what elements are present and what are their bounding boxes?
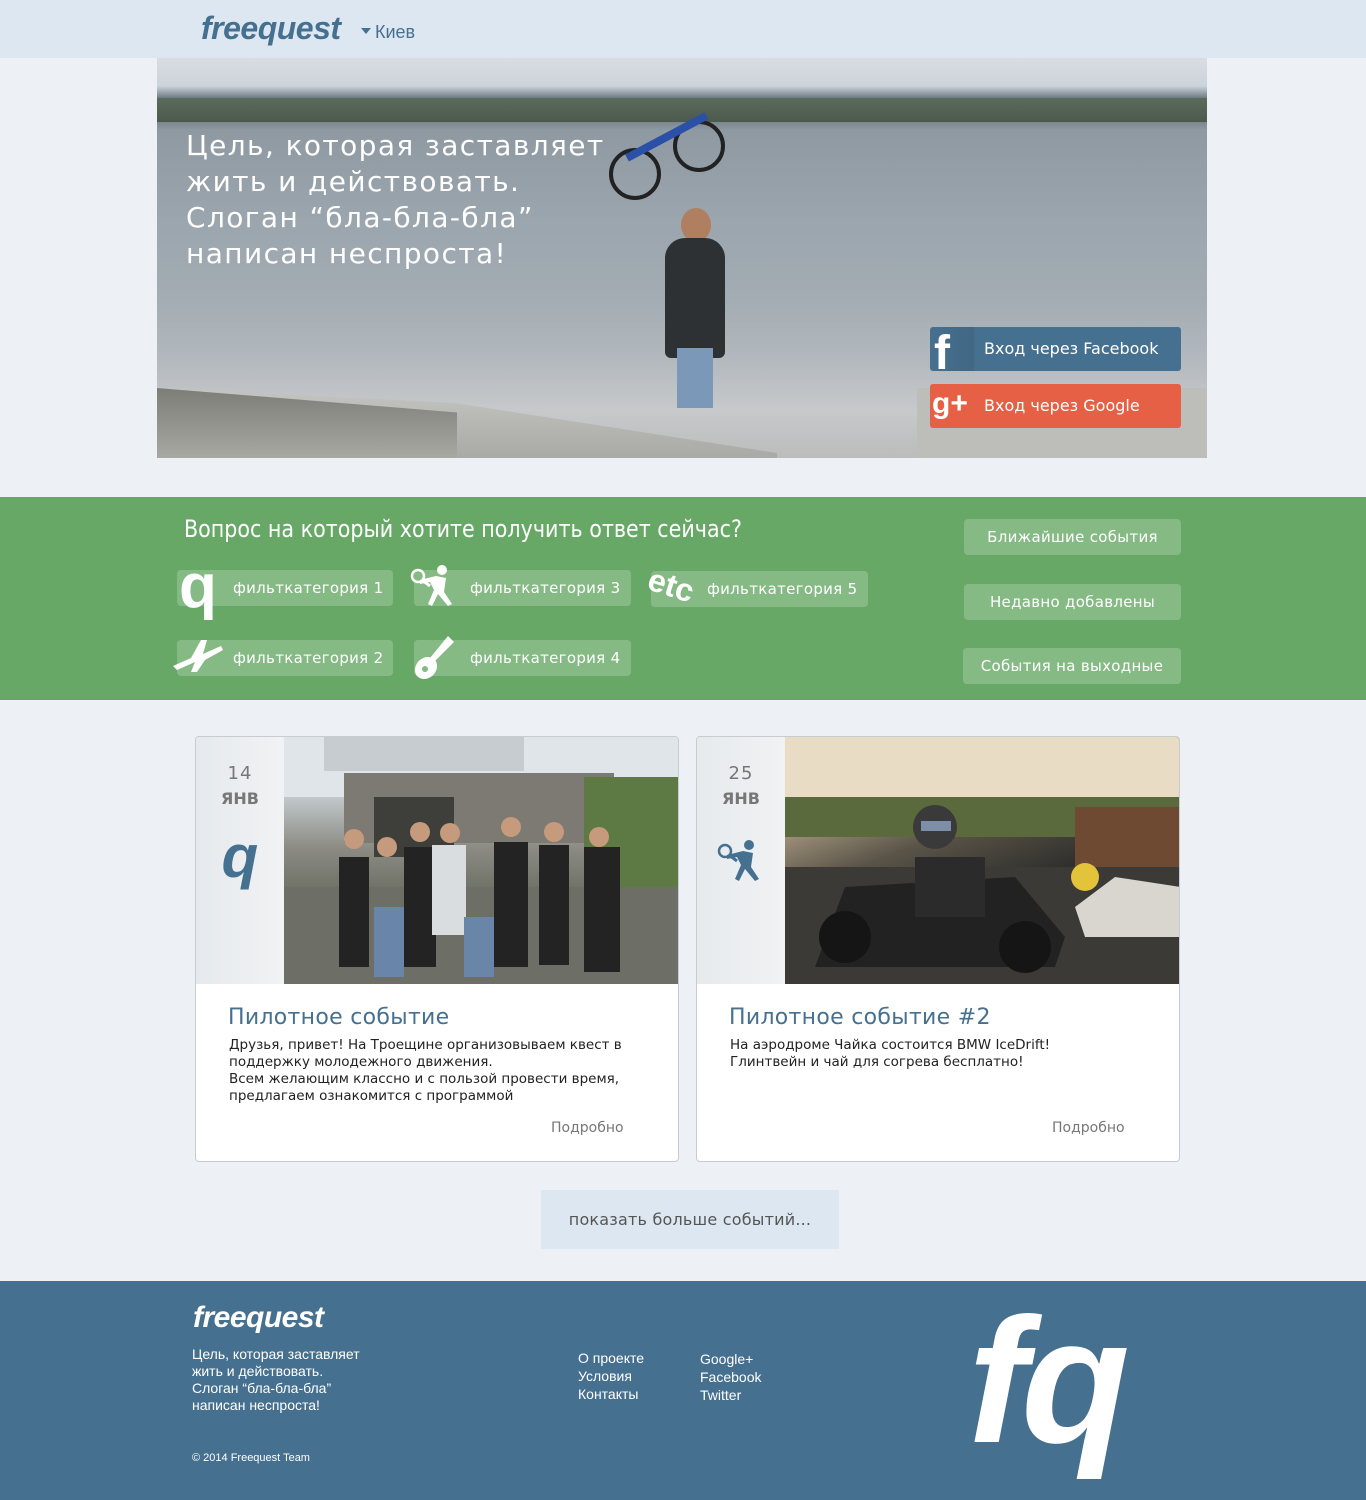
event-details-link[interactable]: Подробно — [1052, 1120, 1125, 1136]
google-login-label: Вход через Google — [984, 396, 1140, 415]
q-icon: q — [179, 552, 217, 621]
airplane-icon — [171, 632, 223, 684]
footer-tagline-line: написан неспроста! — [192, 1397, 320, 1413]
footer-link-twitter[interactable]: Twitter — [700, 1386, 761, 1404]
event-description-line: Глинтвейн и чай для согрева бесплатно! — [730, 1054, 1024, 1070]
event-date-column: 25 ЯНВ — [697, 737, 785, 984]
tagline-line: Слоган “бла-бла-бла” — [186, 201, 534, 234]
footer-tagline-line: жить и действовать. — [192, 1363, 324, 1379]
event-description-line: На аэродроме Чайка состоится BMW IceDrif… — [730, 1037, 1051, 1053]
event-description-line: Друзья, привет! На Троещине организовыва… — [229, 1037, 622, 1070]
fq-logo-mark: fq — [968, 1281, 1130, 1480]
tennis-player-icon — [408, 562, 460, 614]
facebook-icon: f — [930, 327, 974, 371]
event-description-line: Всем желающим классно и с пользой провес… — [229, 1071, 620, 1104]
weekend-events-button[interactable]: События на выходные — [963, 648, 1181, 684]
event-description: На аэродроме Чайка состоится BMW IceDrif… — [730, 1037, 1150, 1071]
event-photo[interactable] — [785, 737, 1179, 984]
category-filter-4[interactable]: фильткатегория 4 — [414, 636, 631, 680]
tagline-line: написан неспроста! — [186, 237, 508, 270]
footer-tagline-line: Слоган “бла-бла-бла” — [192, 1380, 332, 1396]
event-photo[interactable] — [284, 737, 678, 984]
footer: freequest Цель, которая заставляет жить … — [0, 1281, 1366, 1500]
event-month: ЯНВ — [221, 789, 259, 808]
event-description: Друзья, привет! На Троещине организовыва… — [229, 1037, 649, 1105]
event-month: ЯНВ — [722, 789, 760, 808]
category-label: фильткатегория 5 — [707, 580, 858, 598]
category-label: фильткатегория 2 — [233, 649, 384, 667]
tagline-line: Цель, которая заставляет — [186, 129, 605, 162]
footer-tagline-line: Цель, которая заставляет — [192, 1346, 360, 1362]
guitar-icon — [408, 632, 460, 684]
caret-down-icon — [361, 28, 371, 35]
top-bar: freequest Киев — [0, 0, 1366, 58]
event-day: 25 — [728, 763, 754, 784]
hero-shoreline — [157, 98, 1207, 122]
footer-logo[interactable]: freequest — [193, 1301, 324, 1335]
category-label: фильткатегория 1 — [233, 579, 384, 597]
footer-links-social: Google+ Facebook Twitter — [700, 1350, 761, 1404]
footer-link-google-plus[interactable]: Google+ — [700, 1350, 761, 1368]
footer-link-terms[interactable]: Условия — [578, 1367, 644, 1385]
hero-tagline: Цель, которая заставляет жить и действов… — [186, 128, 626, 272]
footer-links-info: О проекте Условия Контакты — [578, 1349, 644, 1403]
tennis-player-icon — [697, 827, 785, 887]
filter-question: Вопрос на который хотите получить ответ … — [184, 515, 742, 543]
footer-link-contacts[interactable]: Контакты — [578, 1385, 644, 1403]
nearest-events-button[interactable]: Ближайшие события — [964, 519, 1181, 555]
footer-tagline: Цель, которая заставляет жить и действов… — [192, 1346, 432, 1414]
category-filter-5[interactable]: etc фильткатегория 5 — [644, 561, 868, 610]
event-card[interactable]: 25 ЯНВ Пилотное событие #2 На аэродроме … — [696, 736, 1180, 1162]
city-selector[interactable]: Киев — [361, 22, 415, 43]
facebook-login-button[interactable]: f Вход через Facebook — [930, 327, 1181, 371]
event-title[interactable]: Пилотное событие — [228, 1005, 450, 1030]
category-label: фильткатегория 3 — [470, 579, 621, 597]
event-details-link[interactable]: Подробно — [551, 1120, 624, 1136]
footer-link-facebook[interactable]: Facebook — [700, 1368, 761, 1386]
event-card[interactable]: 14 ЯНВ q Пилотное событие Друзья, привет… — [195, 736, 679, 1162]
site-logo[interactable]: freequest — [201, 10, 341, 47]
person-head — [681, 208, 711, 242]
tagline-line: жить и действовать. — [186, 165, 521, 198]
event-title[interactable]: Пилотное событие #2 — [729, 1005, 991, 1030]
event-date-column: 14 ЯНВ q — [196, 737, 284, 984]
city-label: Киев — [375, 22, 416, 42]
category-filter-3[interactable]: фильткатегория 3 — [410, 565, 631, 606]
footer-link-about[interactable]: О проекте — [578, 1349, 644, 1367]
q-icon: q — [221, 823, 259, 890]
category-filter-1[interactable]: q фильткатегория 1 — [177, 556, 393, 618]
facebook-login-label: Вход через Facebook — [984, 339, 1159, 358]
event-day: 14 — [227, 763, 253, 784]
person-body — [665, 238, 725, 358]
google-plus-icon: g+ — [932, 387, 968, 420]
category-filter-2[interactable]: фильткатегория 2 — [173, 640, 393, 676]
show-more-events-button[interactable]: показать больше событий... — [541, 1190, 839, 1249]
category-label: фильткатегория 4 — [470, 649, 621, 667]
copyright: © 2014 Freequest Team — [192, 1452, 310, 1464]
person-legs — [677, 348, 713, 408]
recently-added-button[interactable]: Недавно добавлены — [964, 584, 1181, 620]
google-login-button[interactable]: g+ Вход через Google — [930, 384, 1181, 428]
